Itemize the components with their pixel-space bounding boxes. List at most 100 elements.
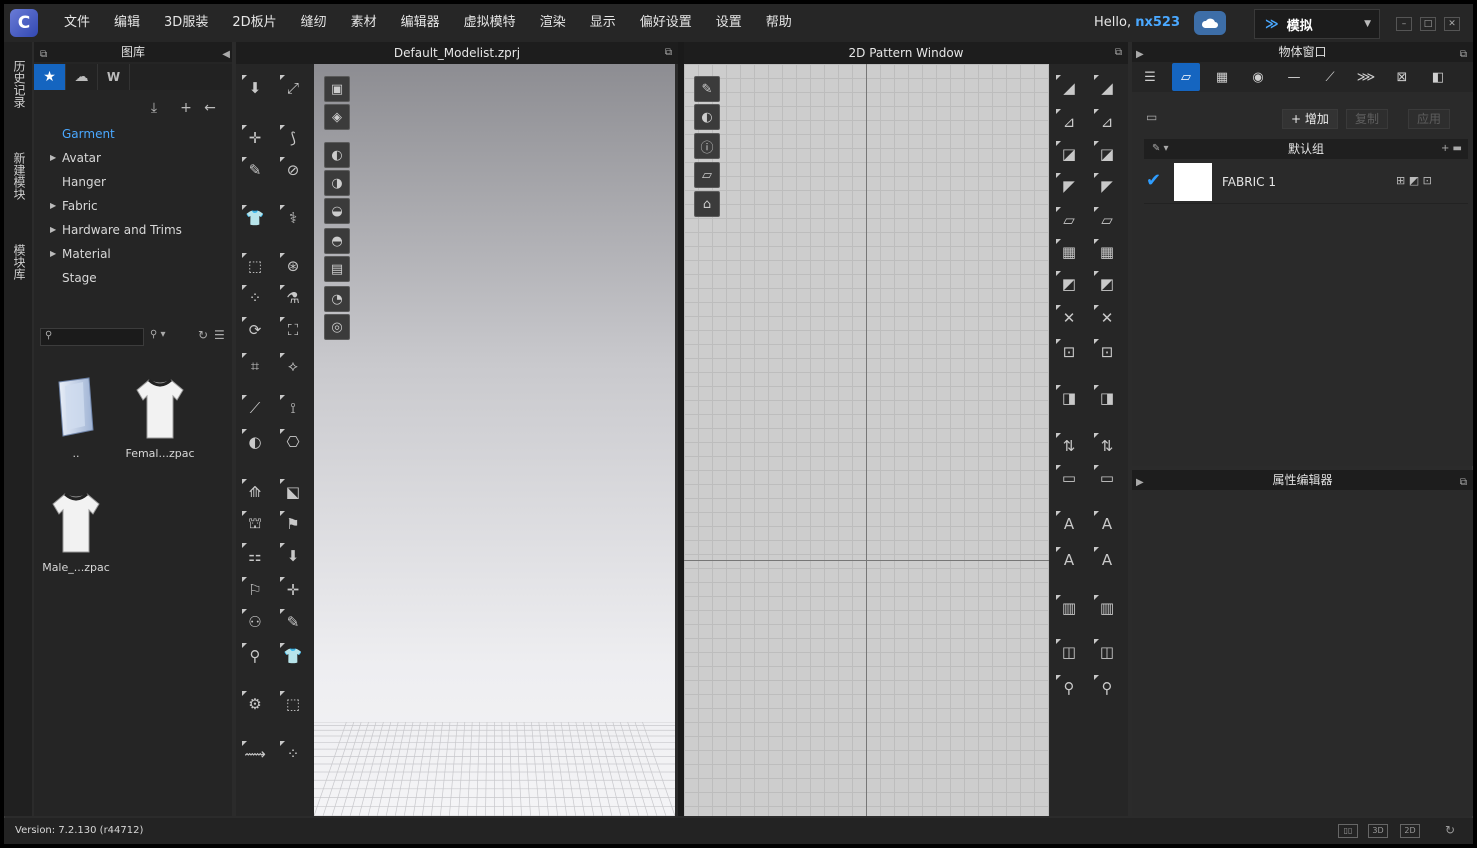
3d-tool-icon[interactable]: ⟆ <box>279 124 307 152</box>
3d-tool-icon[interactable]: ⚗ <box>279 284 307 312</box>
menu-item[interactable]: 设置 <box>704 4 754 42</box>
tree-item[interactable]: ▶ Material <box>34 242 232 266</box>
marketplace-tab[interactable]: W <box>98 64 130 90</box>
3d-view-option-icon[interactable]: ◔ <box>324 286 350 312</box>
folder-icon[interactable]: ▭ <box>1146 110 1157 124</box>
2d-tool-icon[interactable]: ◩ <box>1093 270 1121 298</box>
more-icon[interactable]: ◧ <box>1420 63 1456 91</box>
back-icon[interactable]: ← <box>200 98 220 118</box>
list-icon[interactable]: ☰ <box>1132 63 1168 91</box>
2d-tool-icon[interactable]: A <box>1093 510 1121 538</box>
3d-tool-icon[interactable]: ⟋ <box>241 394 269 422</box>
3d-tool-icon[interactable]: ⚲ <box>241 642 269 670</box>
expand-arrow-icon[interactable]: ▶ <box>50 242 56 266</box>
3d-tool-icon[interactable]: ⬇ <box>279 542 307 570</box>
menu-item[interactable]: 2D板片 <box>220 4 288 42</box>
2d-tool-icon[interactable]: ▦ <box>1093 238 1121 266</box>
2d-tool-icon[interactable]: ◤ <box>1093 172 1121 200</box>
file-item-male[interactable]: Male_...zpac <box>36 490 116 574</box>
2d-tool-icon[interactable]: ◨ <box>1093 384 1121 412</box>
file-item-female[interactable]: Femal...zpac <box>120 376 200 460</box>
3d-tool-icon[interactable]: ⊛ <box>279 252 307 280</box>
tree-item[interactable]: Stage <box>34 266 232 290</box>
2d-tool-icon[interactable]: A <box>1055 546 1083 574</box>
group-add-icon[interactable]: + ▬ <box>1441 139 1462 159</box>
refresh-icon[interactable]: ↻ <box>198 328 208 342</box>
3d-tool-icon[interactable]: 👕 <box>241 204 269 232</box>
3d-tool-icon[interactable]: ⬚ <box>241 252 269 280</box>
menu-item[interactable]: 3D服装 <box>152 4 220 42</box>
3d-tool-icon[interactable]: ◐ <box>241 428 269 456</box>
3d-view-option-icon[interactable]: ▣ <box>324 76 350 102</box>
3d-view-option-icon[interactable]: ◓ <box>324 228 350 254</box>
3d-tool-icon[interactable]: ⬇ <box>241 74 269 102</box>
download-icon[interactable]: ⤓ <box>144 98 164 118</box>
fabric-row[interactable]: ✔ FABRIC 1 ⊞ ◩ ⊡ <box>1144 160 1468 204</box>
3d-tool-icon[interactable]: ⟟ <box>279 394 307 422</box>
2d-tool-icon[interactable]: A <box>1093 546 1121 574</box>
3d-tool-icon[interactable]: ✛ <box>279 576 307 604</box>
texture-icon[interactable]: ▦ <box>1204 63 1240 91</box>
mode-select[interactable]: ≫ 模拟 ▼ <box>1254 9 1380 39</box>
2d-tool-icon[interactable]: ⇅ <box>1055 432 1083 460</box>
3d-tool-icon[interactable]: ✛ <box>241 124 269 152</box>
3d-viewport[interactable] <box>314 64 675 816</box>
2d-view-option-icon[interactable]: ◐ <box>694 104 720 130</box>
2d-tool-icon[interactable]: ◢ <box>1055 74 1083 102</box>
2d-tool-icon[interactable]: ▭ <box>1055 464 1083 492</box>
cloud-tab[interactable]: ☁ <box>66 64 98 90</box>
3d-tool-icon[interactable]: ⚙ <box>241 690 269 718</box>
check-icon[interactable]: ✔ <box>1146 170 1161 191</box>
popout-icon[interactable]: ⧉ <box>1460 473 1467 493</box>
add-icon[interactable]: + <box>176 98 196 118</box>
expand-arrow-icon[interactable]: ▶ <box>50 194 56 218</box>
popout-icon[interactable]: ⧉ <box>1115 42 1122 64</box>
side-tab-module-library[interactable]: 模块库 <box>10 244 26 280</box>
expand-arrow-icon[interactable]: ▶ <box>50 146 56 170</box>
2d-tool-icon[interactable]: ◫ <box>1093 638 1121 666</box>
3d-view-option-icon[interactable]: ◒ <box>324 198 350 224</box>
file-item-parent[interactable]: .. <box>36 376 116 460</box>
sync-icon[interactable]: ↻ <box>1440 824 1460 838</box>
2d-tool-icon[interactable]: ◪ <box>1093 140 1121 168</box>
search-options-icon[interactable]: ⚲ ▾ <box>150 329 166 340</box>
collapse-left-icon[interactable]: ◀ <box>222 45 230 65</box>
3d-view-option-icon[interactable]: ◐ <box>324 142 350 168</box>
2d-tool-icon[interactable]: ⊡ <box>1093 338 1121 366</box>
2d-tool-icon[interactable]: ◩ <box>1055 270 1083 298</box>
menu-item[interactable]: 素材 <box>339 4 389 42</box>
2d-tool-icon[interactable]: ⊡ <box>1055 338 1083 366</box>
minimize-button[interactable]: – <box>1396 17 1412 31</box>
2d-tool-icon[interactable]: A <box>1055 510 1083 538</box>
3d-tool-icon[interactable]: ⬕ <box>279 478 307 506</box>
3d-tool-icon[interactable]: ⚕ <box>279 204 307 232</box>
menu-item[interactable]: 编辑器 <box>389 4 452 42</box>
popout-icon[interactable]: ⧉ <box>40 45 47 65</box>
view-2d-button[interactable]: 2D <box>1400 824 1420 838</box>
3d-tool-icon[interactable]: ⁘ <box>241 284 269 312</box>
3d-view-option-icon[interactable]: ◎ <box>324 314 350 340</box>
side-tab-history[interactable]: 历史记录 <box>10 60 26 108</box>
3d-tool-icon[interactable]: ⚏ <box>241 542 269 570</box>
2d-tool-icon[interactable]: ✕ <box>1093 304 1121 332</box>
menu-item[interactable]: 帮助 <box>754 4 804 42</box>
buttonhole-icon[interactable]: — <box>1276 63 1312 91</box>
2d-tool-icon[interactable]: ⊿ <box>1093 108 1121 136</box>
2d-viewport[interactable] <box>684 64 1049 816</box>
3d-tool-icon[interactable]: ✎ <box>241 156 269 184</box>
2d-tool-icon[interactable]: ⚲ <box>1093 674 1121 702</box>
2d-tool-icon[interactable]: ⇅ <box>1093 432 1121 460</box>
3d-tool-icon[interactable]: ⚇ <box>241 608 269 636</box>
topstitch-icon[interactable]: ⟋ <box>1312 63 1348 91</box>
close-button[interactable]: ✕ <box>1444 17 1460 31</box>
2d-tool-icon[interactable]: ▱ <box>1055 206 1083 234</box>
2d-tool-icon[interactable]: ▥ <box>1093 594 1121 622</box>
2d-view-option-icon[interactable]: ▱ <box>694 162 720 188</box>
2d-tool-icon[interactable]: ◫ <box>1055 638 1083 666</box>
favorites-tab[interactable]: ★ <box>34 64 66 90</box>
add-button[interactable]: + 增加 <box>1282 109 1338 129</box>
tree-item[interactable]: Hanger <box>34 170 232 194</box>
edit-icon[interactable]: ✎ ▾ <box>1152 139 1169 159</box>
2d-tool-icon[interactable]: ◤ <box>1055 172 1083 200</box>
3d-tool-icon[interactable]: ⟡ <box>279 352 307 380</box>
